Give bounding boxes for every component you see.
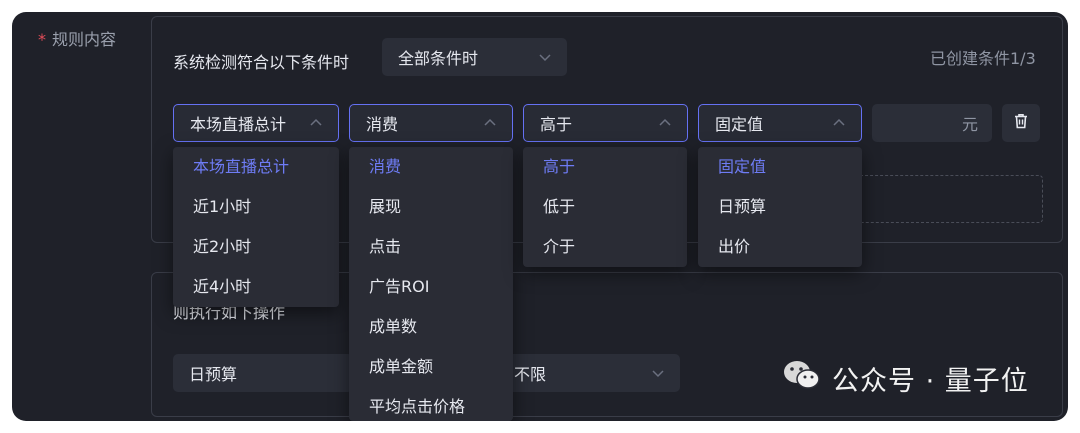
value-type-option[interactable]: 固定值: [698, 147, 862, 187]
compare-select[interactable]: 高于: [523, 104, 688, 142]
condition-prefix: 系统检测符合以下条件时: [173, 53, 350, 72]
limit-value: 不限: [514, 365, 547, 384]
value-type-value: 固定值: [715, 115, 764, 134]
amount-input[interactable]: 元: [872, 104, 992, 142]
metric-select[interactable]: 消费: [349, 104, 513, 142]
rule-label: * 规则内容: [38, 26, 116, 50]
limit-select[interactable]: 不限: [492, 354, 680, 392]
metric-dropdown: 消费 展现 点击 广告ROI 成单数 成单金额 平均点击价格: [349, 147, 513, 421]
value-type-option[interactable]: 出价: [698, 227, 862, 267]
compare-option[interactable]: 介于: [523, 227, 687, 267]
metric-option[interactable]: 成单金额: [349, 347, 513, 387]
chevron-down-icon: [537, 49, 553, 65]
scope-value: 本场直播总计: [190, 115, 287, 134]
watermark: 公众号 · 量子位: [782, 358, 1029, 399]
created-count: 已创建条件1/3: [930, 49, 1036, 68]
trash-icon: [1012, 112, 1030, 134]
required-mark: *: [38, 30, 46, 49]
match-mode-value: 全部条件时: [398, 49, 479, 68]
metric-option[interactable]: 广告ROI: [349, 267, 513, 307]
chevron-down-icon: [650, 365, 666, 381]
value-type-option[interactable]: 日预算: [698, 187, 862, 227]
scope-option[interactable]: 近1小时: [173, 187, 339, 227]
value-type-select[interactable]: 固定值: [698, 104, 862, 142]
compare-dropdown: 高于 低于 介于: [523, 147, 687, 267]
compare-option[interactable]: 低于: [523, 187, 687, 227]
scope-select[interactable]: 本场直播总计: [173, 104, 339, 142]
metric-option[interactable]: 点击: [349, 227, 513, 267]
match-mode-select[interactable]: 全部条件时: [382, 38, 567, 76]
scope-dropdown: 本场直播总计 近1小时 近2小时 近4小时: [173, 147, 339, 307]
chevron-up-icon: [308, 115, 324, 131]
scope-option[interactable]: 近4小时: [173, 267, 339, 307]
compare-value: 高于: [540, 115, 573, 134]
chevron-up-icon: [657, 115, 673, 131]
budget-select[interactable]: 日预算: [173, 354, 353, 392]
value-type-dropdown: 固定值 日预算 出价: [698, 147, 862, 267]
wechat-icon: [782, 358, 822, 399]
metric-value: 消费: [366, 115, 399, 134]
compare-option[interactable]: 高于: [523, 147, 687, 187]
budget-value: 日预算: [189, 365, 238, 384]
rule-label-text: 规则内容: [52, 30, 117, 49]
metric-option[interactable]: 消费: [349, 147, 513, 187]
metric-option[interactable]: 成单数: [349, 307, 513, 347]
metric-option[interactable]: 平均点击价格: [349, 387, 513, 421]
watermark-text: 公众号 · 量子位: [832, 366, 1029, 397]
chevron-up-icon: [831, 115, 847, 131]
delete-button[interactable]: [1002, 104, 1040, 142]
add-condition-area[interactable]: [851, 175, 1043, 223]
scope-option[interactable]: 近2小时: [173, 227, 339, 267]
amount-unit: 元: [961, 115, 978, 134]
chevron-up-icon: [482, 115, 498, 131]
scope-option[interactable]: 本场直播总计: [173, 147, 339, 187]
metric-option[interactable]: 展现: [349, 187, 513, 227]
